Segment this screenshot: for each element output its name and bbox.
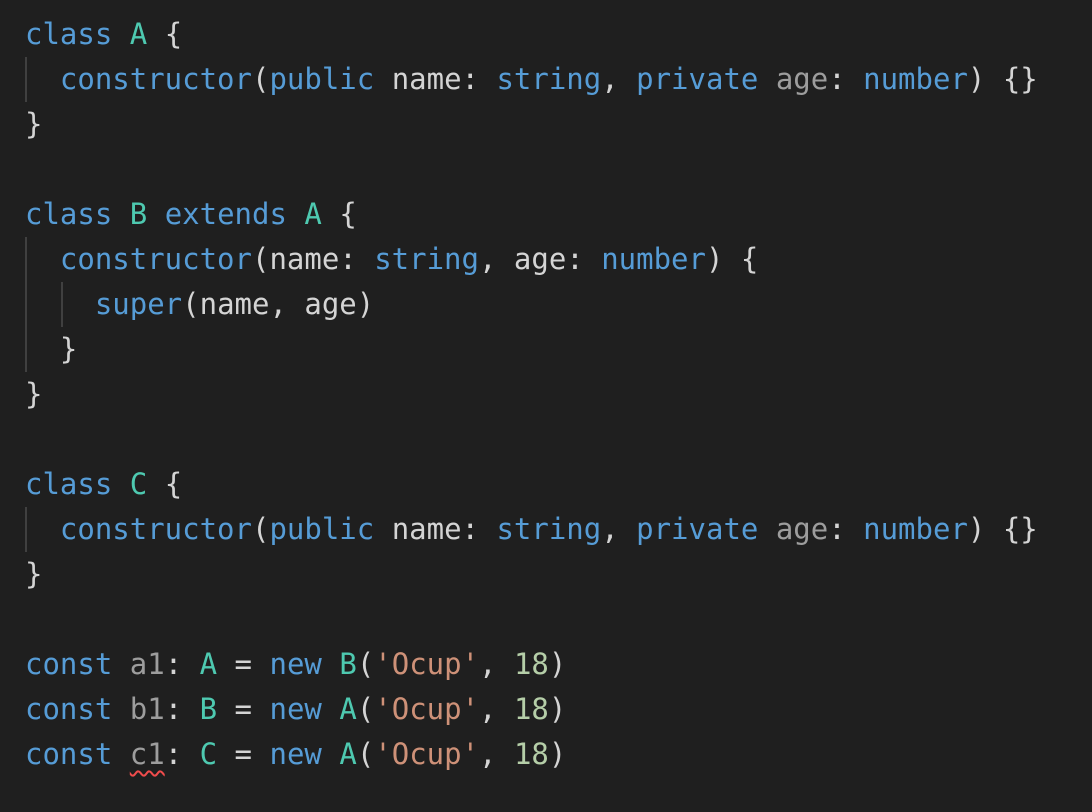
keyword: class [25, 467, 113, 501]
keyword: class [25, 17, 113, 51]
number-literal: 18 [513, 737, 549, 771]
class-name: B [129, 197, 148, 231]
keyword: const [25, 647, 113, 681]
code-line: class B extends A { [25, 192, 357, 237]
param-name: age [513, 242, 567, 276]
code-line: } [25, 552, 42, 597]
param-name: age [775, 512, 829, 546]
constructor-keyword: constructor [59, 512, 252, 546]
class-name: C [129, 467, 148, 501]
code-line: super(name, age) [25, 282, 374, 327]
code-line: class C { [25, 462, 182, 507]
string-literal: 'Ocup' [374, 737, 480, 771]
brace: } [25, 557, 43, 591]
string-literal: 'Ocup' [374, 692, 480, 726]
code-line: constructor(public name: string, private… [59, 512, 1038, 546]
class-name: A [129, 17, 148, 51]
brace: } [59, 332, 78, 366]
modifier: private [636, 62, 759, 96]
code-line: const c1: C = new A('Ocup', 18) [25, 737, 567, 771]
class-name: A [304, 197, 322, 231]
param-name: name [391, 512, 462, 546]
type-annotation: B [199, 692, 218, 726]
brace: } [25, 377, 43, 411]
brace: { [164, 467, 183, 501]
code-editor[interactable]: class A { constructor(public name: strin… [0, 0, 1092, 812]
class-name: A [339, 737, 357, 771]
code-line: const b1: B = new A('Ocup', 18) [25, 692, 567, 726]
number-literal: 18 [513, 647, 549, 681]
type-name: string [496, 62, 602, 96]
keyword: extends [164, 197, 287, 231]
string-literal: 'Ocup' [374, 647, 480, 681]
constructor-keyword: constructor [59, 62, 252, 96]
super-keyword: super [94, 287, 183, 321]
class-name: B [339, 647, 357, 681]
modifier: public [269, 512, 375, 546]
brace: { [339, 197, 357, 231]
type-name: number [863, 62, 968, 96]
code-line: constructor(name: string, age: number) { [59, 242, 759, 276]
variable-name-error[interactable]: c1 [130, 737, 165, 771]
brace: } [25, 107, 43, 141]
class-name: A [339, 692, 357, 726]
param-name: name [391, 62, 462, 96]
keyword: const [25, 737, 113, 771]
type-annotation: C [199, 737, 218, 771]
type-name: number [601, 242, 706, 276]
brace: { [164, 17, 183, 51]
constructor-keyword: constructor [59, 242, 252, 276]
type-annotation: A [199, 647, 218, 681]
param-name: age [775, 62, 829, 96]
type-name: number [863, 512, 968, 546]
keyword: new [269, 692, 322, 726]
call-args: (name, age) [182, 287, 375, 321]
keyword: class [25, 197, 113, 231]
code-line: constructor(public name: string, private… [59, 62, 1038, 96]
keyword: new [269, 647, 322, 681]
code-line: class A { [25, 12, 182, 57]
code-line: const a1: A = new B('Ocup', 18) [25, 647, 567, 681]
code-line: } [25, 327, 77, 372]
variable-name: b1 [129, 692, 165, 726]
number-literal: 18 [513, 692, 549, 726]
type-name: string [374, 242, 479, 276]
variable-name: a1 [129, 647, 165, 681]
param-name: name [269, 242, 340, 276]
code-line: } [25, 372, 42, 417]
keyword: const [25, 692, 113, 726]
keyword: new [269, 737, 322, 771]
code-line: } [25, 102, 42, 147]
type-name: string [496, 512, 602, 546]
modifier: public [269, 62, 375, 96]
modifier: private [636, 512, 759, 546]
